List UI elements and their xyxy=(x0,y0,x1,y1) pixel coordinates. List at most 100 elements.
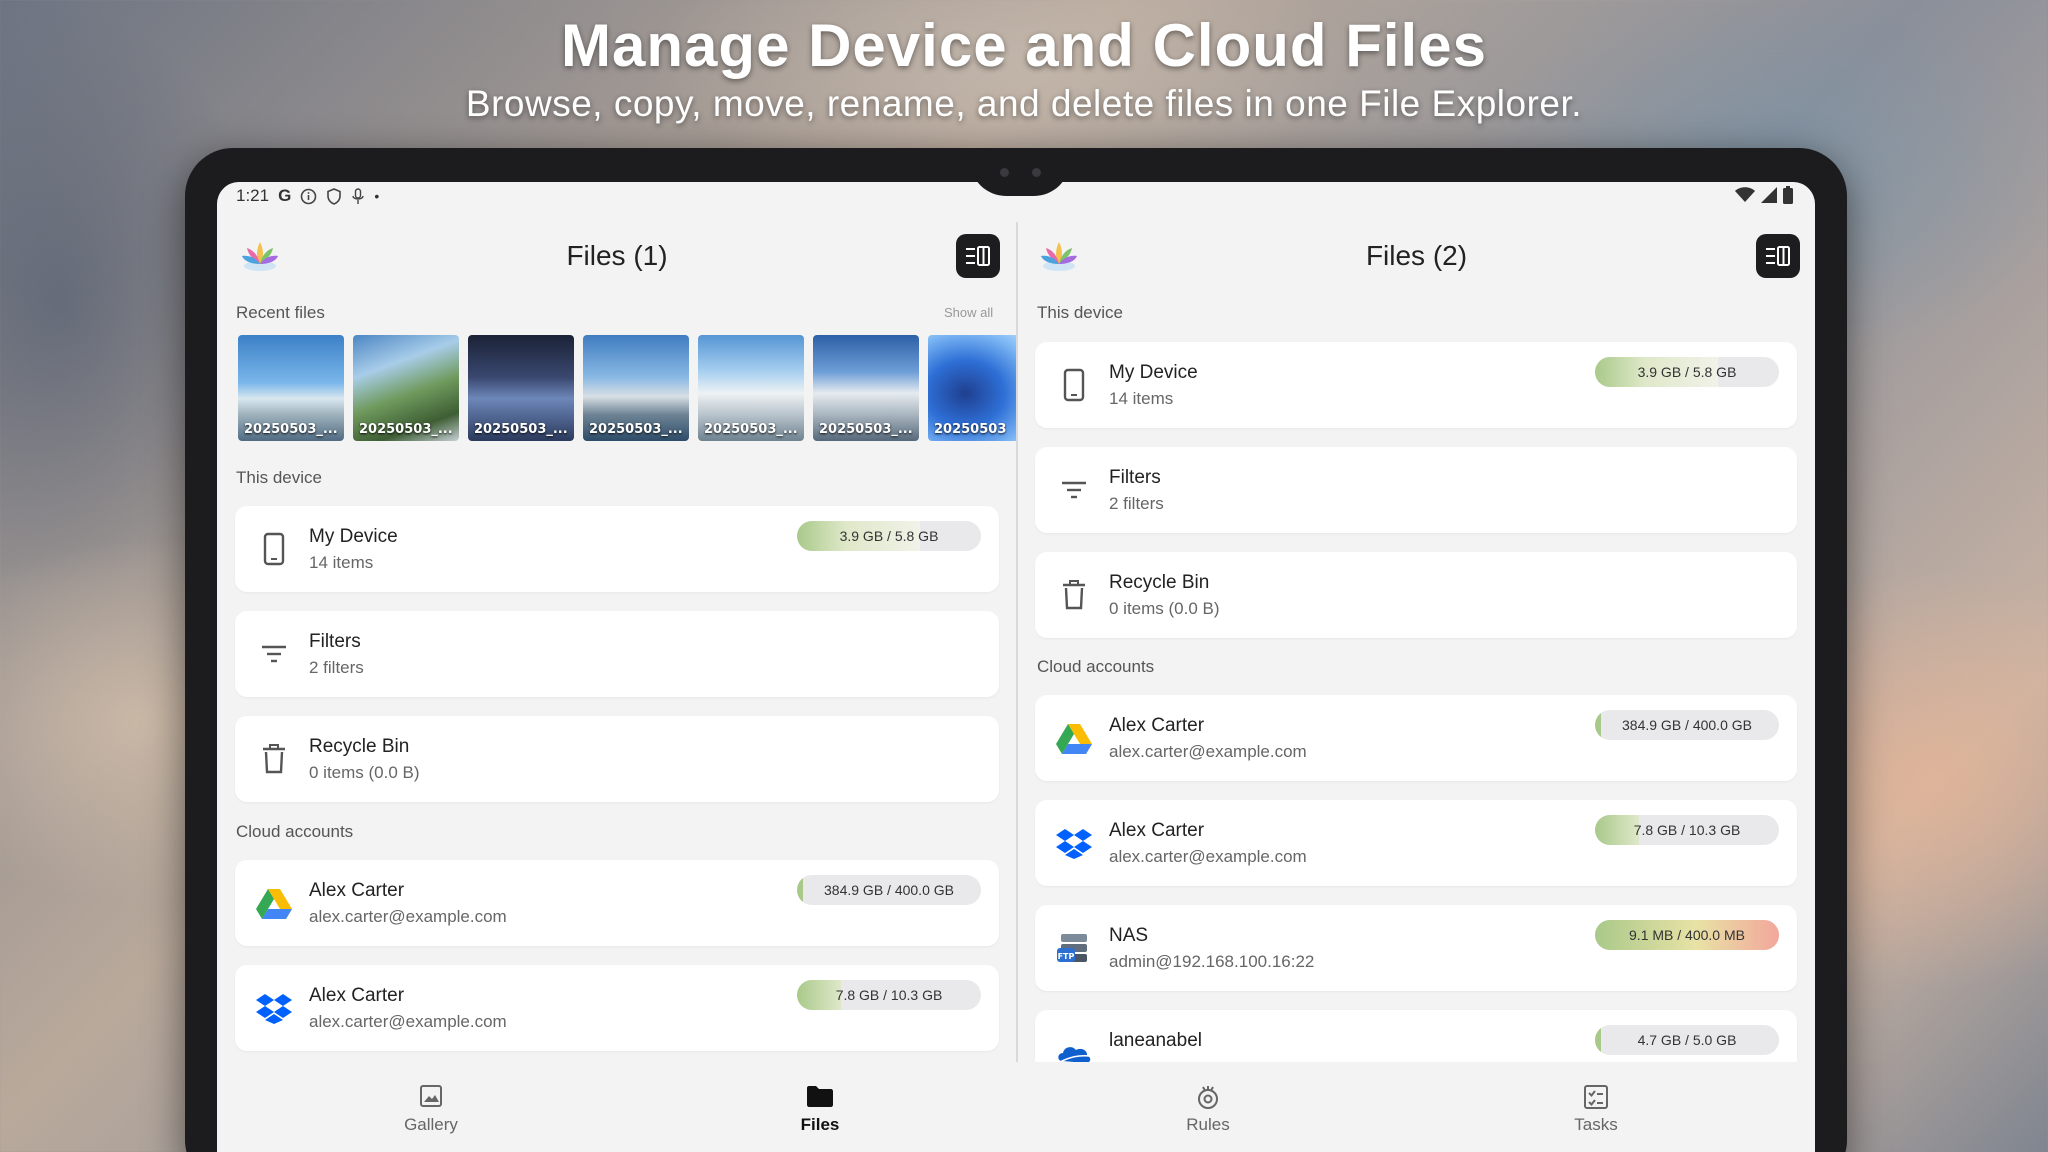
recent-file-name: 20250503_... xyxy=(819,422,913,437)
dropbox-icon xyxy=(1053,822,1095,864)
folder-icon xyxy=(807,1086,833,1107)
phone-icon xyxy=(253,528,295,570)
left-file-pane: Files (1) Recent files Show all 20250503… xyxy=(217,182,1017,1062)
cloud-account-google-drive[interactable]: Alex Carter alex.carter@example.com 384.… xyxy=(235,860,999,946)
item-name: Filters xyxy=(1109,467,1161,488)
nav-tasks[interactable]: Tasks xyxy=(1516,1084,1676,1135)
storage-usage-bar: 3.9 GB / 5.8 GB xyxy=(1595,357,1779,387)
gallery-icon xyxy=(420,1085,442,1107)
recent-file-name: 20250503_... xyxy=(589,422,683,437)
item-name: My Device xyxy=(309,526,398,547)
tablet-screen: 1:21 G • Files (1) Recent files Show all… xyxy=(217,182,1815,1152)
item-subtitle: alex.carter@example.com xyxy=(1109,847,1307,866)
show-all-link[interactable]: Show all xyxy=(944,305,993,320)
item-subtitle: 2 filters xyxy=(1109,494,1164,513)
recent-file-thumbnail[interactable]: 20250503_... xyxy=(468,335,574,441)
right-pane-header: Files (2) xyxy=(1018,230,1815,286)
this-device-label: This device xyxy=(236,468,322,487)
filter-icon xyxy=(1053,469,1095,511)
nav-label: Gallery xyxy=(404,1115,458,1134)
cloud-account-dropbox[interactable]: Alex Carter alex.carter@example.com 7.8 … xyxy=(1035,800,1797,886)
split-view-icon xyxy=(1766,246,1790,266)
item-subtitle: alex.carter@example.com xyxy=(309,1012,507,1031)
usage-text: 7.8 GB / 10.3 GB xyxy=(835,987,943,1003)
trash-icon xyxy=(1053,574,1095,616)
recent-file-thumbnail[interactable]: 20250503_... xyxy=(353,335,459,441)
item-subtitle: alex.carter@example.com xyxy=(309,907,507,926)
tasks-icon xyxy=(1584,1085,1608,1109)
my-device-item[interactable]: My Device 14 items 3.9 GB / 5.8 GB xyxy=(235,506,999,592)
usage-text: 3.9 GB / 5.8 GB xyxy=(839,528,939,544)
ftp-server-icon: FTP xyxy=(1053,927,1095,969)
recent-file-name: 20250503 xyxy=(934,422,1007,437)
split-view-icon xyxy=(966,246,990,266)
item-name: Alex Carter xyxy=(309,880,405,901)
item-subtitle: admin@192.168.100.16:22 xyxy=(1109,952,1315,971)
storage-usage-bar: 7.8 GB / 10.3 GB xyxy=(1595,815,1779,845)
svg-text:FTP: FTP xyxy=(1058,952,1075,961)
recent-file-thumbnail[interactable]: 20250503_... xyxy=(813,335,919,441)
this-device-label: This device xyxy=(1037,303,1123,322)
left-pane-header: Files (1) xyxy=(217,230,1017,286)
storage-usage-bar: 384.9 GB / 400.0 GB xyxy=(1595,710,1779,740)
camera-notch xyxy=(970,148,1070,196)
item-subtitle: 14 items xyxy=(1109,389,1174,408)
dual-pane-toggle-button[interactable] xyxy=(956,234,1000,278)
recent-files-label: Recent files xyxy=(236,303,325,322)
item-name: laneanabel xyxy=(1109,1030,1202,1051)
recent-files-strip[interactable]: 20250503_... 20250503_... 20250503_... 2… xyxy=(235,335,1017,443)
nav-files[interactable]: Files xyxy=(740,1084,900,1135)
nav-gallery[interactable]: Gallery xyxy=(351,1084,511,1135)
cloud-accounts-label: Cloud accounts xyxy=(236,822,354,841)
recycle-bin-item[interactable]: Recycle Bin 0 items (0.0 B) xyxy=(1035,552,1797,638)
recycle-bin-item[interactable]: Recycle Bin 0 items (0.0 B) xyxy=(235,716,999,802)
nav-label: Rules xyxy=(1186,1115,1230,1134)
cloud-account-dropbox[interactable]: Alex Carter alex.carter@example.com 7.8 … xyxy=(235,965,999,1051)
my-device-item[interactable]: My Device 14 items 3.9 GB / 5.8 GB xyxy=(1035,342,1797,428)
filters-item[interactable]: Filters 2 filters xyxy=(1035,447,1797,533)
usage-text: 384.9 GB / 400.0 GB xyxy=(824,882,954,898)
recent-file-thumbnail[interactable]: 20250503 xyxy=(928,335,1017,441)
storage-usage-bar: 7.8 GB / 10.3 GB xyxy=(797,980,981,1010)
nav-label: Tasks xyxy=(1574,1115,1618,1134)
item-subtitle: 2 filters xyxy=(309,658,364,677)
storage-usage-bar: 4.7 GB / 5.0 GB xyxy=(1595,1025,1779,1055)
usage-text: 384.9 GB / 400.0 GB xyxy=(1622,717,1752,733)
storage-usage-bar: 9.1 MB / 400.0 MB xyxy=(1595,920,1779,950)
item-name: My Device xyxy=(1109,362,1198,383)
filter-icon xyxy=(253,633,295,675)
item-name: Alex Carter xyxy=(309,985,405,1006)
google-drive-icon xyxy=(1053,717,1095,759)
cloud-account-google-drive[interactable]: Alex Carter alex.carter@example.com 384.… xyxy=(1035,695,1797,781)
phone-icon xyxy=(1053,364,1095,406)
item-subtitle: 0 items (0.0 B) xyxy=(309,763,420,782)
recent-file-name: 20250503_... xyxy=(704,422,798,437)
trash-icon xyxy=(253,738,295,780)
storage-usage-bar: 384.9 GB / 400.0 GB xyxy=(797,875,981,905)
recent-file-name: 20250503_... xyxy=(359,422,453,437)
camera-sensor-icon xyxy=(1032,168,1041,177)
nav-label: Files xyxy=(800,1115,840,1134)
recent-file-thumbnail[interactable]: 20250503_... xyxy=(238,335,344,441)
item-name: Alex Carter xyxy=(1109,820,1205,841)
dual-pane-toggle-button[interactable] xyxy=(1756,234,1800,278)
recent-file-thumbnail[interactable]: 20250503_... xyxy=(583,335,689,441)
cloud-account-nas[interactable]: FTP NAS admin@192.168.100.16:22 9.1 MB /… xyxy=(1035,905,1797,991)
filters-item[interactable]: Filters 2 filters xyxy=(235,611,999,697)
left-pane-title: Files (1) xyxy=(566,240,668,271)
recent-file-thumbnail[interactable]: 20250503_... xyxy=(698,335,804,441)
item-name: Recycle Bin xyxy=(1109,572,1210,593)
promo-title: Manage Device and Cloud Files xyxy=(561,12,1487,79)
recent-file-name: 20250503_... xyxy=(244,422,338,437)
promo-subtitle: Browse, copy, move, rename, and delete f… xyxy=(465,83,1583,124)
right-pane-title: Files (2) xyxy=(1365,240,1468,271)
usage-text: 3.9 GB / 5.8 GB xyxy=(1637,364,1737,380)
nav-rules[interactable]: Rules xyxy=(1128,1084,1288,1135)
item-name: Filters xyxy=(309,631,361,652)
recent-file-name: 20250503_... xyxy=(474,422,568,437)
right-file-pane: Files (2) This device My Device 14 items… xyxy=(1018,182,1815,1096)
dropbox-icon xyxy=(253,987,295,1029)
item-subtitle: 0 items (0.0 B) xyxy=(1109,599,1220,618)
storage-usage-bar: 3.9 GB / 5.8 GB xyxy=(797,521,981,551)
item-name: Recycle Bin xyxy=(309,736,410,757)
